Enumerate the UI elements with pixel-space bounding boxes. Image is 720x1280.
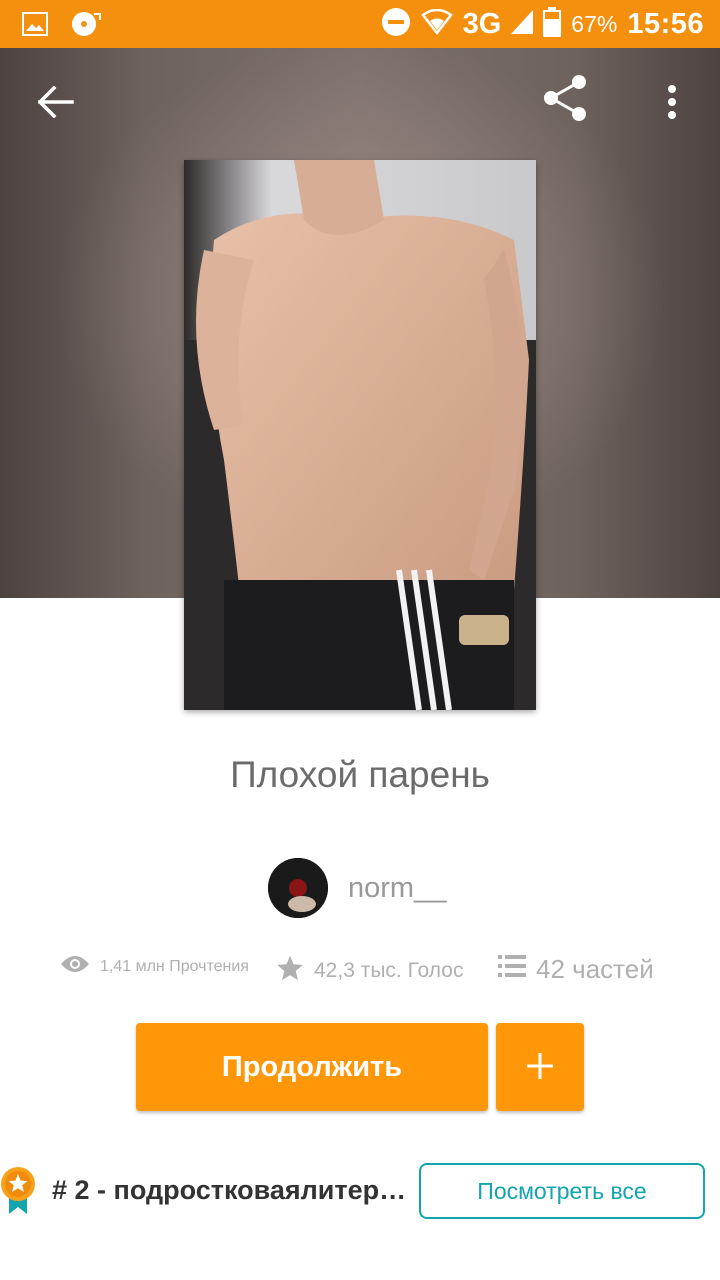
add-to-library-button[interactable]: [496, 1023, 584, 1111]
reads-count: 1,41 млн Прочтения: [100, 957, 249, 975]
author-name[interactable]: norm__: [348, 872, 446, 905]
gallery-notification-icon: [22, 12, 48, 41]
ribbon-star-icon: [0, 1166, 38, 1216]
signal-icon: [511, 9, 534, 39]
reads-stat: 1,41 млн Прочтения: [60, 954, 249, 979]
network-type: 3G: [462, 7, 502, 40]
author-link[interactable]: norm__: [268, 858, 446, 918]
wifi-icon: [420, 8, 453, 40]
votes-count: 42,3 тыс. Голос: [314, 959, 464, 982]
story-cover-image: [184, 160, 536, 710]
battery-icon: [543, 6, 562, 42]
plus-icon: [526, 1052, 554, 1083]
votes-stat: 42,3 тыс. Голос: [276, 954, 463, 988]
share-button[interactable]: [542, 74, 590, 124]
parts-stat: 42 частей: [498, 954, 654, 985]
battery-percent: 67%: [571, 10, 618, 37]
dnd-icon: [381, 7, 411, 42]
share-icon: [541, 73, 591, 128]
disc-notification-icon: [70, 10, 102, 43]
eye-icon: [60, 954, 100, 979]
story-title: Плохой парень: [230, 754, 490, 795]
more-options-button[interactable]: [648, 80, 696, 128]
star-icon: [276, 954, 314, 988]
arrow-back-icon: [37, 85, 74, 123]
clock: 15:56: [627, 7, 704, 40]
status-bar: 3G 67% 15:56: [0, 0, 720, 48]
list-icon: [498, 954, 536, 985]
story-stats: 1,41 млн Прочтения 42,3 тыс. Голос 42 ча…: [0, 954, 720, 994]
back-button[interactable]: [32, 80, 80, 128]
parts-count: 42 частей: [536, 954, 654, 984]
more-vert-icon: [667, 84, 677, 125]
ranking-text[interactable]: # 2 - подростковаялитература: [52, 1175, 408, 1206]
continue-reading-button[interactable]: Продолжить: [136, 1023, 488, 1111]
author-avatar[interactable]: [268, 858, 328, 918]
see-all-button[interactable]: Посмотреть все: [419, 1163, 705, 1219]
